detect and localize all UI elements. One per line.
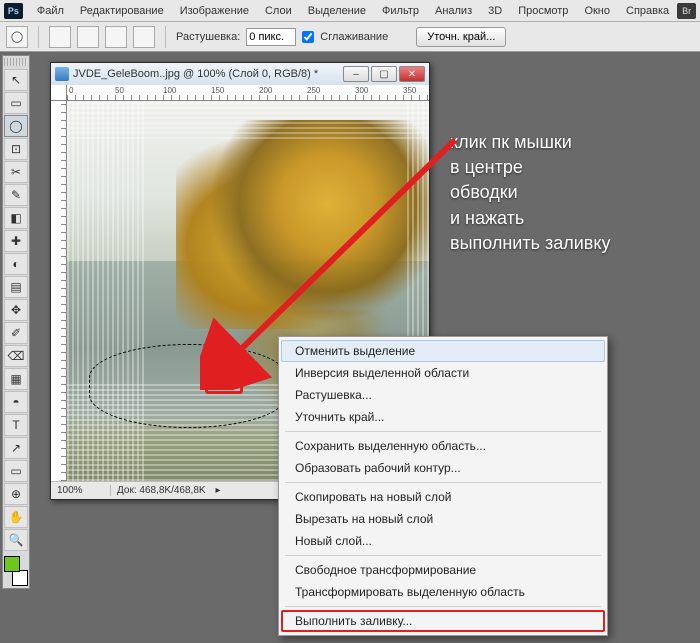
- gradient-tool-icon[interactable]: ✐: [4, 322, 28, 344]
- ctx-new-layer[interactable]: Новый слой...: [281, 530, 605, 552]
- ctx-transform-selection[interactable]: Трансформировать выделенную область: [281, 581, 605, 603]
- menu-help[interactable]: Справка: [618, 5, 677, 17]
- menu-filter[interactable]: Фильтр: [374, 5, 427, 17]
- statusbar-dropdown-icon[interactable]: ▸: [212, 485, 225, 496]
- menu-3d[interactable]: 3D: [480, 5, 510, 17]
- background-color-swatch[interactable]: [12, 570, 28, 586]
- blur-tool-icon[interactable]: ⌫: [4, 345, 28, 367]
- vertical-ruler: [51, 101, 67, 481]
- menu-layers[interactable]: Слои: [257, 5, 300, 17]
- menu-window[interactable]: Окно: [576, 5, 618, 17]
- ctx-separator: [285, 482, 601, 483]
- ctx-copy-new-layer[interactable]: Скопировать на новый слой: [281, 486, 605, 508]
- ctx-separator: [285, 555, 601, 556]
- brush-tool-icon[interactable]: ✚: [4, 230, 28, 252]
- refine-edge-button[interactable]: Уточн. край...: [416, 27, 506, 47]
- antialias-label: Сглаживание: [320, 31, 388, 43]
- menu-file[interactable]: Файл: [29, 5, 72, 17]
- document-size-info: Док: 468,8K/468,8K: [111, 485, 212, 496]
- menu-view[interactable]: Просмотр: [510, 5, 576, 17]
- ctx-deselect[interactable]: Отменить выделение: [281, 340, 605, 362]
- marquee-tool-icon[interactable]: ▭: [4, 92, 28, 114]
- zoom-level[interactable]: 100%: [51, 485, 111, 496]
- dodge-tool-icon[interactable]: ▦: [4, 368, 28, 390]
- magic-wand-tool-icon[interactable]: ⊡: [4, 138, 28, 160]
- pen-tool-icon[interactable]: ◓: [4, 391, 28, 413]
- context-menu: Отменить выделение Инверсия выделенной о…: [278, 336, 608, 636]
- selection-mode-intersect-icon[interactable]: [133, 26, 155, 48]
- feather-label: Растушевка:: [176, 31, 240, 43]
- horizontal-ruler: 0 50 100 150 200 250 300 350: [67, 85, 429, 101]
- ctx-fill[interactable]: Выполнить заливку...: [281, 610, 605, 632]
- current-tool-icon[interactable]: ◯: [6, 26, 28, 48]
- document-titlebar[interactable]: JVDE_GeleBoom..jpg @ 100% (Слой 0, RGB/8…: [51, 63, 429, 85]
- lasso-tool-icon[interactable]: ◯: [4, 115, 28, 137]
- annotation-highlight-box: [205, 370, 243, 394]
- options-bar: ◯ Растушевка: Сглаживание Уточн. край...: [0, 22, 700, 52]
- selection-mode-subtract-icon[interactable]: [105, 26, 127, 48]
- toolbox: ↖ ▭ ◯ ⊡ ✂ ✎ ◧ ✚ ◐ ▤ ✥ ✐ ⌫ ▦ ◓ T ↗ ▭ ⊕ ✋ …: [2, 55, 30, 589]
- bridge-icon[interactable]: Br: [677, 3, 696, 19]
- selection-mode-new-icon[interactable]: [49, 26, 71, 48]
- shape-tool-icon[interactable]: ▭: [4, 460, 28, 482]
- annotation-text: клик пк мышки в центре обводки и нажать …: [450, 130, 610, 256]
- close-button[interactable]: ✕: [399, 66, 425, 82]
- menu-image[interactable]: Изображение: [172, 5, 257, 17]
- 3d-tool-icon[interactable]: ⊕: [4, 483, 28, 505]
- maximize-button[interactable]: ▢: [371, 66, 397, 82]
- zoom-tool-icon[interactable]: 🔍: [4, 529, 28, 551]
- history-brush-tool-icon[interactable]: ▤: [4, 276, 28, 298]
- healing-tool-icon[interactable]: ◧: [4, 207, 28, 229]
- ctx-refine-edge[interactable]: Уточнить край...: [281, 406, 605, 428]
- minimize-button[interactable]: –: [343, 66, 369, 82]
- ps-logo: Ps: [4, 3, 23, 19]
- type-tool-icon[interactable]: T: [4, 414, 28, 436]
- ctx-inverse[interactable]: Инверсия выделенной области: [281, 362, 605, 384]
- ctx-separator: [285, 431, 601, 432]
- eyedropper-tool-icon[interactable]: ✎: [4, 184, 28, 206]
- selection-marquee: [89, 344, 288, 428]
- path-tool-icon[interactable]: ↗: [4, 437, 28, 459]
- color-swatches[interactable]: [4, 556, 28, 586]
- ctx-feather[interactable]: Растушевка...: [281, 384, 605, 406]
- move-tool-icon[interactable]: ↖: [4, 69, 28, 91]
- ctx-save-selection[interactable]: Сохранить выделенную область...: [281, 435, 605, 457]
- document-title: JVDE_GeleBoom..jpg @ 100% (Слой 0, RGB/8…: [73, 68, 318, 80]
- menu-analysis[interactable]: Анализ: [427, 5, 480, 17]
- antialias-checkbox[interactable]: [302, 31, 314, 43]
- ctx-cut-new-layer[interactable]: Вырезать на новый слой: [281, 508, 605, 530]
- hand-tool-icon[interactable]: ✋: [4, 506, 28, 528]
- feather-input[interactable]: [246, 28, 296, 46]
- menubar: Ps Файл Редактирование Изображение Слои …: [0, 0, 700, 22]
- document-icon: [55, 67, 69, 81]
- ctx-make-path[interactable]: Образовать рабочий контур...: [281, 457, 605, 479]
- menu-edit[interactable]: Редактирование: [72, 5, 172, 17]
- ctx-free-transform[interactable]: Свободное трансформирование: [281, 559, 605, 581]
- ruler-corner: [51, 85, 67, 101]
- menu-select[interactable]: Выделение: [300, 5, 374, 17]
- foreground-color-swatch[interactable]: [4, 556, 20, 572]
- stamp-tool-icon[interactable]: ◐: [4, 253, 28, 275]
- selection-mode-add-icon[interactable]: [77, 26, 99, 48]
- toolbox-grab-handle[interactable]: [4, 58, 28, 66]
- eraser-tool-icon[interactable]: ✥: [4, 299, 28, 321]
- ctx-separator: [285, 606, 601, 607]
- crop-tool-icon[interactable]: ✂: [4, 161, 28, 183]
